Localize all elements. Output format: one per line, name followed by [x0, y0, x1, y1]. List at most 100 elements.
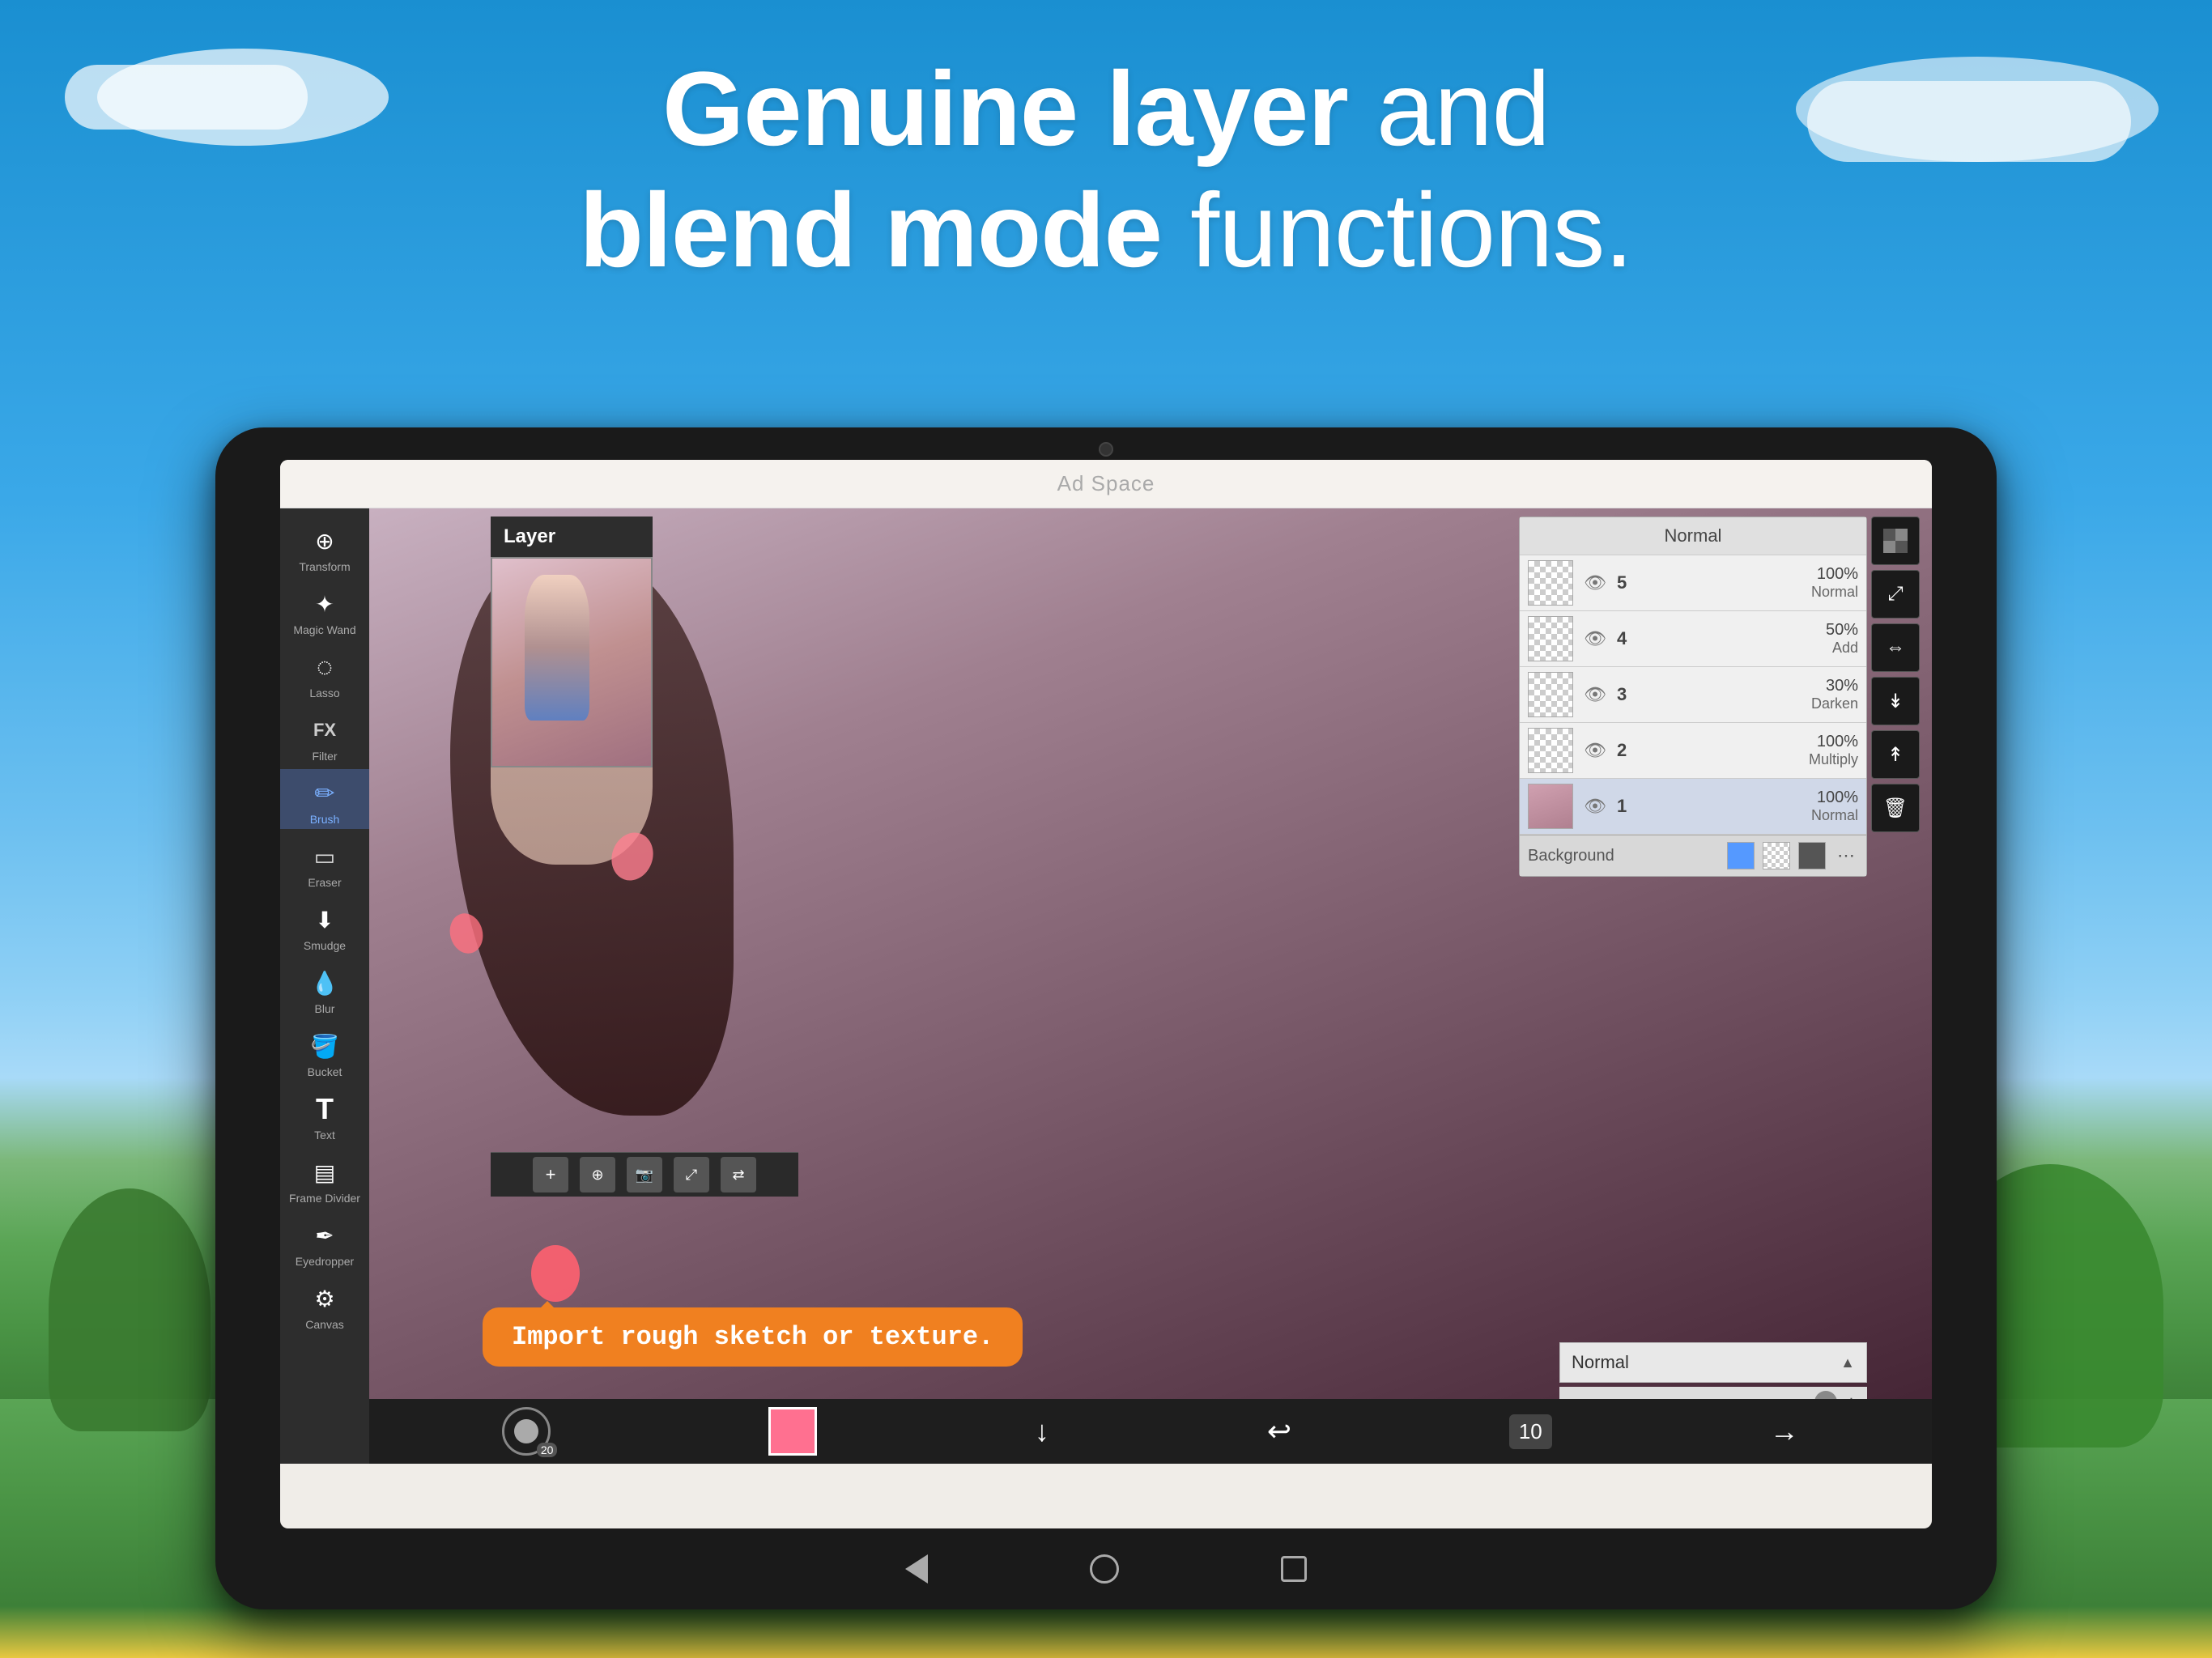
layer-3-opacity: 30%	[1826, 677, 1858, 695]
flip-icon[interactable]: ⇔	[1871, 623, 1920, 672]
tool-eyedropper[interactable]: ✒ Eyedropper	[280, 1211, 369, 1271]
canvas-area[interactable]: Layer Normal	[369, 508, 1932, 1464]
tooltip-bubble: Import rough sketch or texture.	[483, 1307, 1023, 1367]
delete-icon[interactable]: 🗑	[1871, 784, 1920, 832]
layer-3-info: 30% Darken	[1644, 677, 1858, 712]
layer-4-eye[interactable]: 👁	[1581, 625, 1609, 653]
tool-brush[interactable]: ✏ Brush	[280, 769, 369, 829]
tool-text[interactable]: T Text	[280, 1085, 369, 1145]
tool-frame-divider[interactable]: ▤ Frame Divider	[280, 1148, 369, 1208]
layer-2-info: 100% Multiply	[1644, 733, 1858, 768]
right-tool-panel: ⤢ ⇔ ↡ ↟ 🗑	[1871, 517, 1924, 832]
headline-bold2: blend mode	[579, 171, 1161, 289]
app-content: Ad Space ⊕ Transform ✦ Magic Wand ◌ Lass…	[280, 460, 1932, 1528]
tool-canvas[interactable]: ⚙ Canvas	[280, 1274, 369, 1334]
brush-size-control[interactable]: 20	[502, 1407, 551, 1456]
left-toolbar: ⊕ Transform ✦ Magic Wand ◌ Lasso FX Filt…	[280, 508, 369, 1464]
layer-add-btn[interactable]: +	[533, 1157, 568, 1192]
layer-1-eye[interactable]: 👁	[1581, 793, 1609, 820]
bg-color-blue[interactable]	[1727, 842, 1755, 869]
layer-2-mode: Multiply	[1809, 751, 1858, 768]
transform-icon: ⊕	[307, 523, 342, 559]
layer-camera-btn[interactable]: 📷	[627, 1157, 662, 1192]
layer-more-button[interactable]: ⋯	[1834, 844, 1858, 868]
lasso-icon: ◌	[307, 649, 342, 685]
tablet: Ad Space ⊕ Transform ✦ Magic Wand ◌ Lass…	[215, 427, 1997, 1609]
normal-dropdown[interactable]: Normal ▲	[1559, 1342, 1867, 1383]
layer-2-thumb	[1528, 728, 1573, 773]
layer-import-btn[interactable]: ⤢	[674, 1157, 709, 1192]
layer-row-1[interactable]: 👁 1 100% Normal	[1520, 779, 1866, 835]
layer-2-eye[interactable]: 👁	[1581, 737, 1609, 764]
tablet-outer: Ad Space ⊕ Transform ✦ Magic Wand ◌ Lass…	[215, 427, 1997, 1609]
layer-header-label: Normal	[1665, 525, 1722, 546]
tool-filter[interactable]: FX Filter	[280, 706, 369, 766]
headline-bold1: Genuine layer	[662, 49, 1348, 168]
tool-blur[interactable]: 💧 Blur	[280, 959, 369, 1018]
tool-eraser[interactable]: ▭ Eraser	[280, 832, 369, 892]
transform-label: Transform	[299, 560, 350, 573]
tool-smudge[interactable]: ⬇ Smudge	[280, 895, 369, 955]
right-arrow-icon[interactable]: →	[1770, 1414, 1799, 1448]
bucket-icon: 🪣	[307, 1028, 342, 1064]
tooltip-arrow	[539, 1293, 555, 1309]
bg-dark[interactable]	[1798, 842, 1826, 869]
headline-light1: and	[1348, 49, 1550, 168]
thumb-figure	[525, 575, 589, 721]
layer-4-info: 50% Add	[1644, 621, 1858, 657]
layer-5-mode: Normal	[1811, 584, 1858, 601]
brush-dot	[514, 1419, 538, 1443]
layer-row-2[interactable]: 👁 2 100% Multiply	[1520, 723, 1866, 779]
layer-4-thumb	[1528, 616, 1573, 661]
checker-tool-icon[interactable]	[1871, 517, 1920, 565]
bg-checker[interactable]	[1763, 842, 1790, 869]
move-up-icon[interactable]: ↟	[1871, 730, 1920, 779]
layer-5-thumb	[1528, 560, 1573, 606]
color-swatch[interactable]	[768, 1407, 817, 1456]
layer-row-4[interactable]: 👁 4 50% Add	[1520, 611, 1866, 667]
petal3	[531, 1245, 580, 1302]
frame-divider-label: Frame Divider	[289, 1192, 360, 1205]
nav-back-icon[interactable]	[905, 1554, 928, 1584]
layer-4-opacity: 50%	[1826, 621, 1858, 640]
layer-panel-header-bar: Layer	[491, 517, 653, 557]
move-down-icon[interactable]: ↡	[1871, 677, 1920, 725]
filter-label: Filter	[312, 750, 337, 763]
layer-3-eye[interactable]: 👁	[1581, 681, 1609, 708]
undo-icon[interactable]: ↩	[1267, 1414, 1291, 1448]
layer-btn-row: + ⊕ 📷 ⤢ ⇄	[491, 1152, 798, 1197]
text-icon: T	[307, 1091, 342, 1127]
tool-lasso[interactable]: ◌ Lasso	[280, 643, 369, 703]
tablet-camera	[1099, 442, 1113, 457]
transform-right-icon[interactable]: ⤢	[1871, 570, 1920, 619]
tool-transform[interactable]: ⊕ Transform	[280, 517, 369, 576]
nav-recent-icon[interactable]	[1281, 1556, 1307, 1582]
background-row: Background ⋯	[1520, 835, 1866, 876]
smudge-label: Smudge	[304, 939, 346, 952]
eraser-label: Eraser	[308, 876, 341, 889]
nav-home-icon[interactable]	[1090, 1554, 1119, 1584]
layer-1-mode: Normal	[1811, 807, 1858, 824]
layer-1-info: 100% Normal	[1644, 789, 1858, 824]
canvas-icon: ⚙	[307, 1281, 342, 1316]
android-nav-bar	[280, 1528, 1932, 1609]
layer-5-opacity: 100%	[1817, 565, 1858, 584]
layer-3-mode: Darken	[1811, 695, 1858, 712]
tool-magic-wand[interactable]: ✦ Magic Wand	[280, 580, 369, 640]
layer-copy-btn[interactable]: ⊕	[580, 1157, 615, 1192]
brush-label: Brush	[310, 813, 340, 826]
layer-row-5[interactable]: 👁 5 100% Normal	[1520, 555, 1866, 611]
blur-icon: 💧	[307, 965, 342, 1001]
layer-1-thumb-art	[1529, 784, 1572, 828]
layer-panel-title: Layer	[504, 525, 555, 548]
layer-3-thumb	[1528, 672, 1573, 717]
background-label: Background	[1528, 847, 1719, 865]
tooltip-text: Import rough sketch or texture.	[512, 1322, 993, 1352]
layer-5-info: 100% Normal	[1644, 565, 1858, 601]
layer-merge-btn[interactable]: ⇄	[721, 1157, 756, 1192]
download-icon[interactable]: ↓	[1035, 1414, 1049, 1448]
text-label: Text	[314, 1129, 335, 1141]
layer-row-3[interactable]: 👁 3 30% Darken	[1520, 667, 1866, 723]
layer-5-eye[interactable]: 👁	[1581, 569, 1609, 597]
tool-bucket[interactable]: 🪣 Bucket	[280, 1022, 369, 1082]
